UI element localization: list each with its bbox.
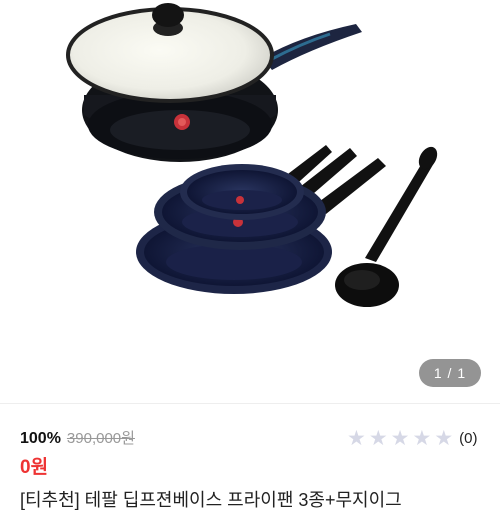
sale-price: 0원 (20, 457, 49, 478)
star-icon: ★ (347, 427, 366, 450)
review-count: (0) (459, 430, 478, 447)
star-icon: ★ (368, 427, 388, 450)
product-title: [티추천] 테팔 딥프젼베이스 프라이팬 3종+무지이그 (20, 490, 402, 510)
product-image (66, 3, 438, 307)
product-info: 100% 390,000원 0원 ★ ★ ★ ★ ★ (0) [티추천] 테팔 … (0, 404, 500, 510)
image-pager-indicator: 1 / 1 (419, 359, 481, 387)
price-row: 100% 390,000원 (20, 427, 135, 448)
product-image-gallery[interactable]: 1 / 1 (0, 0, 500, 400)
star-icon: ★ (412, 427, 432, 450)
rating-summary[interactable]: ★ ★ ★ ★ ★ (0) (347, 428, 477, 449)
discount-rate: 100% (20, 430, 61, 447)
star-icon: ★ (434, 427, 454, 450)
star-icon: ★ (390, 427, 410, 450)
original-price: 390,000원 (66, 430, 135, 447)
